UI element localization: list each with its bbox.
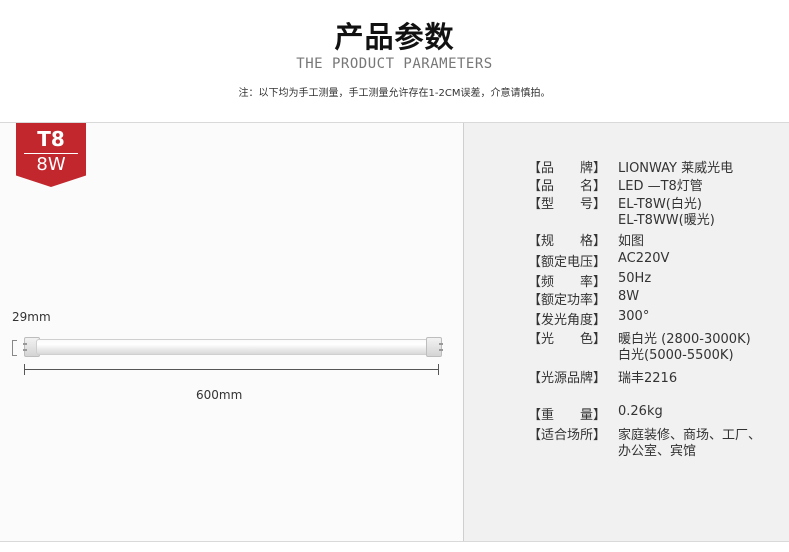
spec-label: 【额定功率】 [528, 293, 607, 308]
spec-label: 【频 率】 [528, 275, 607, 290]
spec-value: LIONWAY 莱威光电 [618, 161, 734, 176]
spec-label: 【发光角度】 [528, 313, 607, 328]
spec-label: 【适合场所】 [528, 428, 607, 443]
badge-power: 8W [36, 154, 66, 175]
spec-value-2: EL-T8WW(暖光) [618, 213, 715, 228]
spec-value: 50Hz [618, 271, 652, 286]
diameter-bracket [12, 340, 17, 356]
spec-label: 【重 量】 [528, 408, 607, 423]
measurement-note: 注：以下均为手工测量，手工测量允许存在1-2CM误差，介意请慎拍。 [238, 88, 551, 99]
spec-label: 【品 名】 [528, 179, 607, 194]
badge-type: T8 [37, 127, 65, 151]
spec-value: 0.26kg [618, 404, 663, 419]
page-title: 产品参数 [334, 20, 455, 54]
spec-value-2: 白光(5000-5500K) [618, 348, 734, 363]
product-panel: T8 8W 29mm 600mm 【品 牌】 LIONWAY 莱威光电 【品 名… [0, 122, 789, 542]
spec-value: 8W [618, 289, 640, 304]
length-measure-line [24, 369, 438, 370]
spec-label: 【品 牌】 [528, 161, 607, 176]
spec-value-2: 办公室、宾馆 [618, 444, 697, 459]
spec-value: 如图 [618, 234, 645, 249]
spec-value: 300° [618, 309, 650, 324]
measure-tick-right [438, 364, 439, 375]
tube-body [36, 339, 430, 355]
product-image-area: T8 8W 29mm 600mm [0, 123, 464, 541]
pin [23, 349, 27, 351]
length-label: 600mm [196, 388, 243, 402]
spec-value: LED —T8灯管 [618, 179, 703, 194]
header: 产品参数 THE PRODUCT PARAMETERS 注：以下均为手工测量，手… [0, 0, 789, 122]
spec-label: 【型 号】 [528, 197, 607, 212]
diameter-label: 29mm [12, 310, 51, 324]
tube-end-cap-right [426, 337, 443, 357]
pin [439, 349, 443, 351]
spec-value: 瑞丰2216 [618, 371, 678, 386]
pin [23, 343, 27, 345]
spec-badge: T8 8W [16, 123, 86, 187]
led-tube-image [22, 337, 443, 357]
page-subtitle: THE PRODUCT PARAMETERS [296, 56, 493, 72]
spec-label: 【光源品牌】 [528, 371, 607, 386]
pin [439, 343, 443, 345]
spec-label: 【额定电压】 [528, 255, 607, 270]
spec-label: 【规 格】 [528, 234, 607, 249]
spec-value: AC220V [618, 251, 670, 266]
spec-label: 【光 色】 [528, 332, 607, 347]
